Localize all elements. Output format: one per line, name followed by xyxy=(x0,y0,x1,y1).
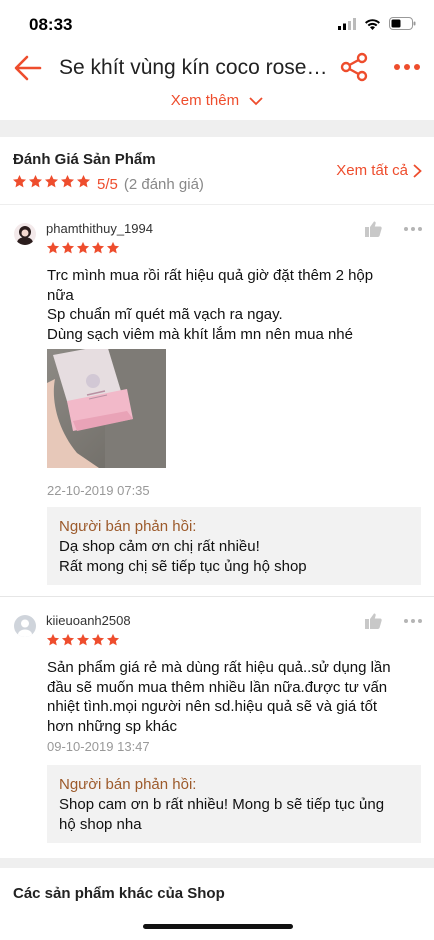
review-date: 09-10-2019 13:47 xyxy=(47,739,150,754)
review-stars xyxy=(46,241,121,255)
review-stars xyxy=(46,633,121,647)
section-divider xyxy=(0,120,434,137)
review-username: kiieuoanh2508 xyxy=(46,613,131,628)
star-icon xyxy=(91,241,105,254)
seller-reply: Người bán phản hồi: Shop cam ơn b rất nh… xyxy=(47,765,421,843)
reply-text-line: hộ shop nha xyxy=(59,815,142,833)
battery-icon xyxy=(389,17,416,30)
other-products-title: Các sản phẩm khác của Shop xyxy=(13,885,225,902)
review-username: phamthithuy_1994 xyxy=(46,221,153,236)
star-icon xyxy=(61,633,75,646)
review-item: kiieuoanh2508 Sản phẩm giá rẻ mà dùng rấ… xyxy=(0,597,434,856)
status-bar: 08:33 xyxy=(0,0,434,50)
review-text-line: Sp chuẩn mĩ quét mã vạch ra ngay. xyxy=(47,306,283,323)
star-icon xyxy=(106,241,120,254)
like-icon[interactable] xyxy=(365,221,382,237)
status-icons xyxy=(338,17,416,30)
see-more-label: Xem thêm xyxy=(170,92,240,109)
see-more-button[interactable]: Xem thêm xyxy=(0,92,434,109)
review-text: Sản phẩm giá rẻ mà dùng rất hiệu quả..sử… xyxy=(47,658,417,736)
chevron-right-icon xyxy=(413,163,422,178)
reply-text-line: Rất mong chị sẽ tiếp tục ủng hộ shop xyxy=(59,557,307,575)
avatar xyxy=(14,223,36,245)
rating-stars xyxy=(12,174,92,194)
star-icon xyxy=(29,174,42,188)
review-text: Trc mình mua rồi rất hiệu quả giờ đặt th… xyxy=(47,266,417,344)
review-date: 22-10-2019 07:35 xyxy=(47,483,150,498)
share-icon[interactable] xyxy=(340,52,368,82)
signal-icon xyxy=(338,17,356,30)
star-icon xyxy=(106,633,120,646)
review-item: phamthithuy_1994 Trc mình mua rồi rất hi… xyxy=(0,205,434,597)
chevron-down-icon xyxy=(249,96,263,105)
rating-summary: 5/5 (2 đánh giá) xyxy=(12,174,204,194)
review-text-line: nữa xyxy=(47,286,74,304)
more-options-icon[interactable] xyxy=(393,60,421,74)
home-indicator[interactable] xyxy=(143,924,293,929)
star-icon xyxy=(76,633,90,646)
star-icon xyxy=(91,633,105,646)
avatar xyxy=(14,615,36,637)
review-text-line: Trc mình mua rồi rất hiệu quả giờ đặt th… xyxy=(47,267,374,284)
reply-title: Người bán phản hồi: xyxy=(59,518,197,535)
rating-header: Đánh Giá Sản Phẩm 5/5 (2 đánh giá) Xem t… xyxy=(0,137,434,205)
top-nav: Se khít vùng kín coco rose… Xem thêm xyxy=(0,50,434,120)
section-divider xyxy=(0,858,434,868)
more-options-icon[interactable] xyxy=(403,226,423,232)
review-text-line: đầu sẽ muốn mua thêm nhiều lần nữa.được … xyxy=(47,678,388,696)
reply-title: Người bán phản hồi: xyxy=(59,776,197,793)
star-icon xyxy=(61,174,74,188)
review-text-line: Sản phẩm giá rẻ mà dùng rất hiệu quả..sử… xyxy=(47,659,391,676)
see-all-label: Xem tất cả xyxy=(336,162,408,179)
seller-reply: Người bán phản hồi: Dạ shop cảm ơn chị r… xyxy=(47,507,421,585)
more-options-icon[interactable] xyxy=(403,618,423,624)
review-photo[interactable] xyxy=(47,349,166,468)
product-title: Se khít vùng kín coco rose… xyxy=(59,56,328,79)
bottom-safe-area xyxy=(0,905,434,940)
star-icon xyxy=(46,241,60,254)
star-icon xyxy=(45,174,58,188)
rating-title: Đánh Giá Sản Phẩm xyxy=(13,151,156,168)
review-text-line: hơn những sp khác xyxy=(47,717,177,735)
star-icon xyxy=(76,241,90,254)
like-icon[interactable] xyxy=(365,613,382,629)
review-text-line: nhiệt tình.mọi người nên sd.hiệu quả sẽ … xyxy=(47,698,378,715)
star-icon xyxy=(46,633,60,646)
reply-text-line: Dạ shop cảm ơn chị rất nhiều! xyxy=(59,538,260,555)
review-text-line: Dùng sạch viêm mà khít lắm mn nên mua nh… xyxy=(47,325,353,343)
star-icon xyxy=(61,241,75,254)
back-arrow-icon[interactable] xyxy=(12,50,44,86)
star-icon xyxy=(13,174,26,188)
rating-score: 5/5 xyxy=(97,175,118,193)
rating-count: (2 đánh giá) xyxy=(123,175,204,193)
see-all-button[interactable]: Xem tất cả xyxy=(336,162,422,179)
wifi-icon xyxy=(365,18,380,30)
reply-text-line: Shop cam ơn b rất nhiều! Mong b sẽ tiếp … xyxy=(59,796,385,813)
status-time: 08:33 xyxy=(29,15,73,34)
star-icon xyxy=(77,174,90,188)
